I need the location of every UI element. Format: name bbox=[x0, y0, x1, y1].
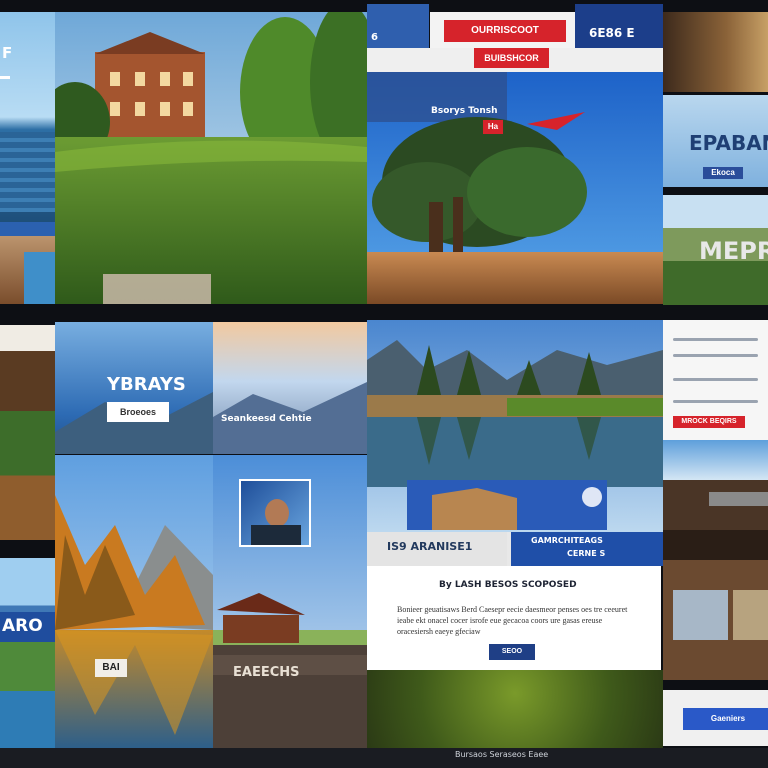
top-right-blue-banner: 6E86 E bbox=[575, 4, 663, 50]
right-panel-title: EPABAN bbox=[689, 131, 768, 155]
autumn-badge[interactable]: BAI bbox=[95, 659, 127, 677]
tree-panel: Bsorys Tonsh Ha bbox=[367, 72, 663, 304]
ybrays-card: YBRAYS Broeoes bbox=[55, 322, 213, 454]
tree-panel-badge[interactable]: Ha bbox=[483, 120, 503, 134]
right-sky-panel bbox=[663, 440, 768, 480]
autumn-scene bbox=[55, 455, 213, 748]
card-button[interactable]: Broeoes bbox=[107, 402, 169, 422]
right-interior-panel bbox=[663, 480, 768, 680]
info-right-subtext: CERNE S bbox=[567, 549, 606, 558]
side-mountain-card: Seankeesd Cehtie bbox=[213, 322, 367, 454]
person-face bbox=[265, 499, 289, 527]
right-panel-button[interactable]: Ekoca bbox=[703, 167, 743, 179]
left-strip-interior bbox=[0, 325, 55, 540]
foliage-strip bbox=[367, 670, 663, 748]
description-button[interactable]: SEOO bbox=[489, 644, 535, 660]
lake-scene bbox=[367, 320, 663, 532]
bottom-right-button[interactable]: Gaeniers bbox=[683, 708, 768, 730]
left-strip-ocean: F bbox=[0, 12, 55, 222]
ocean-waves bbox=[0, 132, 55, 212]
right-mountain-title: MEPR bbox=[699, 237, 768, 265]
right-title-panel: EPABAN Ekoca bbox=[663, 95, 768, 187]
left-strip-mountain: ARO bbox=[0, 558, 55, 748]
left-strip-people bbox=[0, 222, 55, 304]
cabin-panel: EAEECHS bbox=[213, 455, 367, 748]
top-blue-tab: 6 bbox=[367, 4, 429, 50]
left-badge-underline bbox=[0, 76, 10, 79]
right-text-panel: MROCK BEQIRS bbox=[663, 320, 768, 440]
right-text-button[interactable]: MROCK BEQIRS bbox=[673, 416, 745, 428]
right-mountain-panel: MEPR bbox=[663, 195, 768, 305]
lake-panel bbox=[367, 320, 663, 532]
description-card: By LASH BESOS SCOPOSED Bonieer geuatisaw… bbox=[367, 566, 661, 670]
footer-bar: Bursaos Seraseos Eaee bbox=[0, 748, 768, 768]
autumn-lake-image: BAI bbox=[55, 455, 213, 748]
person-body bbox=[251, 525, 301, 545]
side-caption: Seankeesd Cehtie bbox=[221, 414, 312, 424]
right-top-photo bbox=[663, 12, 768, 92]
cabin-caption: EAEECHS bbox=[233, 665, 300, 680]
portrait-photo bbox=[239, 479, 311, 547]
hotel-scene bbox=[55, 12, 367, 304]
red-banner-strip: BUIBSHCOR bbox=[367, 48, 663, 72]
red-banner-b[interactable]: BUIBSHCOR bbox=[474, 48, 549, 68]
blue-banner-text: 6E86 E bbox=[589, 26, 635, 40]
description-title: By LASH BESOS SCOPOSED bbox=[439, 580, 577, 590]
top-center-header: OURRISCOOT bbox=[430, 12, 575, 52]
hotel-hero-image bbox=[55, 12, 367, 304]
lake-info-bar: IS9 ARANISE1 GAMRCHITEAGS CERNE S bbox=[367, 532, 663, 566]
tree-scene bbox=[367, 72, 663, 304]
footer-caption: Bursaos Seraseos Eaee bbox=[455, 750, 549, 759]
info-right-text: GAMRCHITEAGS bbox=[531, 536, 603, 545]
description-text: Bonieer geuatisaws Berd Caesepr eecie da… bbox=[397, 605, 628, 636]
tree-panel-caption: Bsorys Tonsh bbox=[431, 106, 498, 116]
right-bottom-panel: Gaeniers bbox=[663, 690, 768, 746]
card-title: YBRAYS bbox=[107, 374, 186, 395]
info-left-text: IS9 ARANISE1 bbox=[387, 540, 473, 553]
left-strip-label: ARO bbox=[2, 616, 43, 636]
red-banner-a[interactable]: OURRISCOOT bbox=[444, 20, 566, 42]
left-badge: F bbox=[2, 44, 13, 62]
